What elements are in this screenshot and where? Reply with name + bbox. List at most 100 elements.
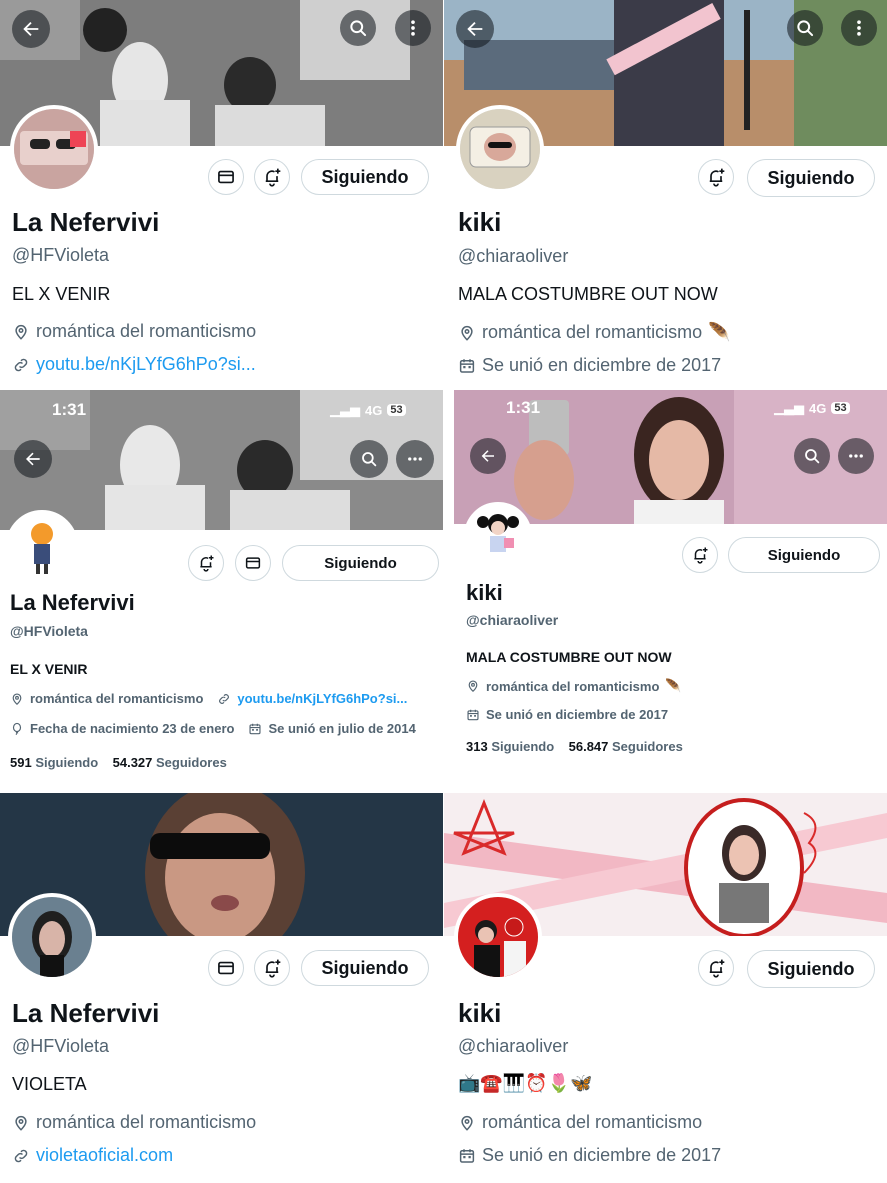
signal-bars-icon: ▁▃▅	[774, 400, 804, 415]
joined-row: Se unió en diciembre de 2017	[458, 1145, 721, 1166]
status-time: 1:31	[506, 398, 541, 417]
location-pin-icon	[466, 679, 480, 693]
notifications-button[interactable]	[254, 159, 290, 195]
search-icon	[803, 447, 821, 465]
display-name: La Nefervivi	[12, 207, 160, 237]
profile-panel-6: Siguiendo kiki @chiaraoliver 📺☎️🎹⏰🌷🦋 rom…	[444, 793, 887, 1183]
followers-stat[interactable]: 54.327 Seguidores	[113, 755, 227, 770]
profile-panel-1: Siguiendo La Nefervivi @HFVioleta EL X V…	[0, 0, 443, 390]
more-button[interactable]	[395, 10, 431, 46]
following-button[interactable]: Siguiendo	[747, 159, 875, 197]
search-button[interactable]	[350, 440, 388, 478]
back-button[interactable]	[14, 440, 52, 478]
following-button[interactable]: Siguiendo	[728, 537, 880, 573]
avatar[interactable]	[6, 510, 78, 582]
username: @HFVioleta	[12, 1036, 109, 1056]
location-pin-icon	[458, 1114, 476, 1132]
following-button[interactable]: Siguiendo	[282, 545, 439, 581]
location-row: romántica del romanticismo	[12, 1112, 256, 1133]
more-button[interactable]	[838, 438, 874, 474]
followers-count: 54.327	[112, 755, 153, 770]
back-arrow-icon	[20, 18, 42, 40]
username: @HFVioleta	[12, 245, 109, 265]
location-pin-icon	[12, 323, 30, 341]
followers-count: 56.847	[568, 739, 609, 754]
search-icon	[360, 450, 378, 468]
display-name: kiki	[458, 207, 502, 237]
notifications-button[interactable]	[254, 950, 290, 986]
status-time: 1:31	[52, 400, 87, 419]
username: @chiaraoliver	[466, 612, 559, 628]
link-icon	[12, 356, 30, 374]
bio: VIOLETA	[12, 1074, 87, 1094]
balloon-icon	[10, 722, 24, 736]
signal-bars-icon: ▁▃▅	[330, 402, 360, 417]
search-button[interactable]	[340, 10, 376, 46]
notifications-button[interactable]	[698, 950, 734, 986]
following-label: Siguiendo	[35, 755, 99, 770]
battery-level: 53	[831, 402, 850, 414]
display-name: La Nefervivi	[10, 590, 135, 615]
bell-plus-icon	[706, 167, 726, 187]
location-text: romántica del romanticismo	[482, 1112, 703, 1132]
calendar-icon	[466, 708, 480, 722]
avatar[interactable]	[8, 893, 96, 981]
following-button[interactable]: Siguiendo	[747, 950, 875, 988]
follow-stats: 591 Siguiendo 54.327 Seguidores	[10, 755, 227, 770]
notifications-button[interactable]	[698, 159, 734, 195]
following-count: 313	[466, 739, 488, 754]
following-button[interactable]: Siguiendo	[301, 159, 429, 195]
network-label: 4G	[809, 400, 827, 416]
bell-plus-icon	[706, 958, 726, 978]
following-stat[interactable]: 591 Siguiendo	[10, 755, 98, 770]
profile-panel-4: 1:31 ▁▃▅ 4G 53 Siguiendo kiki @chiaraoli…	[454, 390, 887, 793]
message-button[interactable]	[208, 159, 244, 195]
more-button[interactable]	[396, 440, 434, 478]
followers-label: Seguidores	[612, 739, 683, 754]
location-text: romántica del romanticismo	[482, 322, 703, 342]
mail-icon	[216, 958, 236, 978]
notifications-button[interactable]	[682, 537, 718, 573]
avatar[interactable]	[456, 105, 544, 193]
avatar[interactable]	[454, 893, 542, 981]
profile-panel-3: 1:31 ▁▃▅ 4G 53 Siguiendo La Nefervivi @H…	[0, 390, 443, 793]
search-button[interactable]	[787, 10, 823, 46]
back-button[interactable]	[470, 438, 506, 474]
followers-stat[interactable]: 56.847 Seguidores	[569, 739, 683, 754]
back-button[interactable]	[12, 10, 50, 48]
notifications-button[interactable]	[188, 545, 224, 581]
location-pin-icon	[458, 324, 476, 342]
message-button[interactable]	[235, 545, 271, 581]
username: @HFVioleta	[10, 623, 88, 639]
website-link[interactable]: violetaoficial.com	[36, 1145, 173, 1166]
location-row: romántica del romanticismo 🪶	[458, 322, 731, 343]
website-row[interactable]: youtu.be/nKjLYfG6hPo?si...	[12, 354, 256, 375]
back-button[interactable]	[456, 10, 494, 48]
following-stat[interactable]: 313 Siguiendo	[466, 739, 554, 754]
message-button[interactable]	[208, 950, 244, 986]
website-link[interactable]: youtu.be/nKjLYfG6hPo?si...	[36, 354, 256, 375]
website-row[interactable]: violetaoficial.com	[12, 1145, 173, 1166]
following-label: Siguiendo	[491, 739, 555, 754]
location-text: romántica del romanticismo	[36, 321, 257, 341]
avatar[interactable]	[10, 105, 98, 193]
network-label: 4G	[365, 402, 383, 418]
bio: MALA COSTUMBRE OUT NOW	[458, 284, 718, 304]
location-pin-icon	[12, 1114, 30, 1132]
link-icon	[12, 1147, 30, 1165]
profile-panel-5: Siguiendo La Nefervivi @HFVioleta VIOLET…	[0, 793, 443, 1183]
bio: MALA COSTUMBRE OUT NOW	[466, 649, 672, 665]
avatar[interactable]	[464, 502, 532, 570]
more-button[interactable]	[841, 10, 877, 46]
website-link[interactable]: youtu.be/nKjLYfG6hPo?si...	[237, 691, 407, 706]
mail-icon	[216, 167, 236, 187]
location-text: romántica del romanticismo	[36, 1112, 257, 1132]
joined-row: Se unió en diciembre de 2017	[458, 355, 721, 376]
search-button[interactable]	[794, 438, 830, 474]
bell-plus-icon	[197, 554, 215, 572]
location-text: romántica del romanticismo	[30, 691, 204, 706]
location-link-row: romántica del romanticismo youtu.be/nKjL…	[10, 691, 407, 706]
profile-panel-2: Siguiendo kiki @chiaraoliver MALA COSTUM…	[444, 0, 887, 390]
following-button[interactable]: Siguiendo	[301, 950, 429, 986]
bell-plus-icon	[691, 546, 709, 564]
